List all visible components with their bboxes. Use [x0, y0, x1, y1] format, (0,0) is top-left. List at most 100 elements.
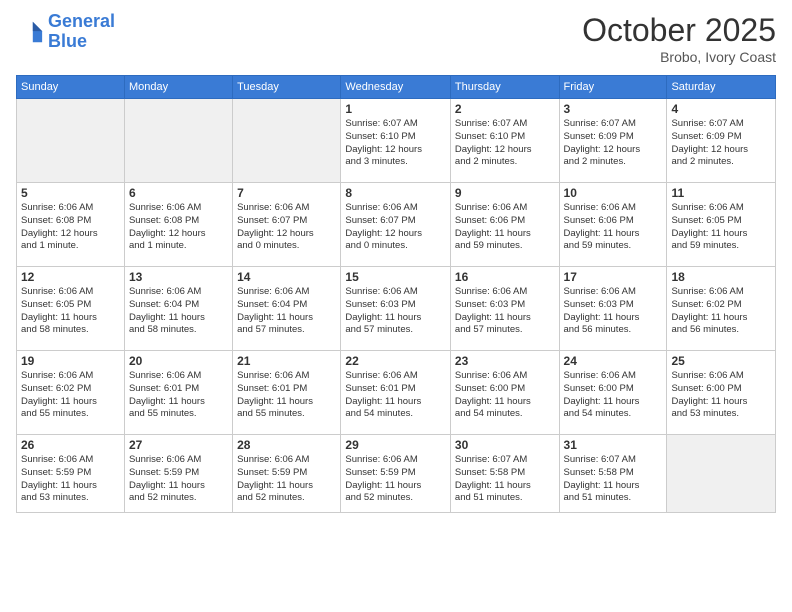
logo-text: General Blue [48, 12, 115, 52]
calendar-cell: 16Sunrise: 6:06 AM Sunset: 6:03 PM Dayli… [450, 267, 559, 351]
day-number: 7 [237, 186, 336, 200]
day-info: Sunrise: 6:06 AM Sunset: 6:05 PM Dayligh… [21, 286, 120, 337]
day-number: 1 [345, 102, 446, 116]
calendar-cell: 28Sunrise: 6:06 AM Sunset: 5:59 PM Dayli… [233, 435, 341, 513]
calendar-cell: 12 Sunrise: 6:06 AM Sunset: 6:05 PM Dayli… [17, 267, 125, 351]
day-info: Sunrise: 6:06 AM Sunset: 6:03 PM Dayligh… [345, 286, 446, 337]
logo-general: General [48, 11, 115, 31]
weekday-header: Monday [124, 76, 232, 99]
calendar-cell: 29 Sunrise: 6:06 AM Sunset: 5:59 PM Dayli… [341, 435, 451, 513]
day-number: 10 [564, 186, 663, 200]
day-number: 28 [237, 438, 336, 452]
day-number: 22 [345, 354, 446, 368]
day-info: Sunrise: 6:06 AM Sunset: 6:08 PM Dayligh… [21, 202, 120, 253]
location: Brobo, Ivory Coast [582, 49, 776, 65]
calendar-cell: 11 Sunrise: 6:06 AM Sunset: 6:05 PM Dayli… [667, 183, 776, 267]
calendar-week-row: 5Sunrise: 6:06 AM Sunset: 6:08 PM Daylig… [17, 183, 776, 267]
calendar-cell [667, 435, 776, 513]
weekday-header-row: SundayMondayTuesdayWednesdayThursdayFrid… [17, 76, 776, 99]
calendar-cell: 6 Sunrise: 6:06 AM Sunset: 6:08 PM Daylig… [124, 183, 232, 267]
day-info: Sunrise: 6:07 AM Sunset: 6:10 PM Dayligh… [345, 118, 446, 169]
day-number: 19 [21, 354, 120, 368]
day-info: Sunrise: 6:06 AM Sunset: 6:08 PM Dayligh… [129, 202, 228, 253]
day-info: Sunrise: 6:06 AM Sunset: 6:05 PM Dayligh… [671, 202, 771, 253]
day-number: 27 [129, 438, 228, 452]
calendar-cell: 15 Sunrise: 6:06 AM Sunset: 6:03 PM Dayli… [341, 267, 451, 351]
calendar-week-row: 26 Sunrise: 6:06 AM Sunset: 5:59 PM Dayli… [17, 435, 776, 513]
calendar-cell: 9Sunrise: 6:06 AM Sunset: 6:06 PM Daylig… [450, 183, 559, 267]
day-number: 30 [455, 438, 555, 452]
calendar-cell: 23 Sunrise: 6:06 AM Sunset: 6:00 PM Dayli… [450, 351, 559, 435]
day-number: 16 [455, 270, 555, 284]
calendar-cell: 10 Sunrise: 6:06 AM Sunset: 6:06 PM Dayli… [559, 183, 667, 267]
day-number: 14 [237, 270, 336, 284]
day-number: 4 [671, 102, 771, 116]
calendar-cell [17, 99, 125, 183]
weekday-header: Tuesday [233, 76, 341, 99]
day-info: Sunrise: 6:07 AM Sunset: 6:10 PM Dayligh… [455, 118, 555, 169]
header: General Blue October 2025 Brobo, Ivory C… [16, 12, 776, 65]
logo-icon [16, 18, 44, 46]
day-number: 2 [455, 102, 555, 116]
calendar-cell: 2 Sunrise: 6:07 AM Sunset: 6:10 PM Daylig… [450, 99, 559, 183]
calendar-cell: 27Sunrise: 6:06 AM Sunset: 5:59 PM Dayli… [124, 435, 232, 513]
calendar-cell: 14 Sunrise: 6:06 AM Sunset: 6:04 PM Dayli… [233, 267, 341, 351]
day-info: Sunrise: 6:07 AM Sunset: 6:09 PM Dayligh… [671, 118, 771, 169]
calendar-cell: 24Sunrise: 6:06 AM Sunset: 6:00 PM Dayli… [559, 351, 667, 435]
day-number: 23 [455, 354, 555, 368]
calendar-cell [124, 99, 232, 183]
day-info: Sunrise: 6:06 AM Sunset: 6:01 PM Dayligh… [345, 370, 446, 421]
weekday-header: Thursday [450, 76, 559, 99]
calendar-cell: 19 Sunrise: 6:06 AM Sunset: 6:02 PM Dayli… [17, 351, 125, 435]
day-number: 31 [564, 438, 663, 452]
day-number: 12 [21, 270, 120, 284]
weekday-header: Saturday [667, 76, 776, 99]
day-info: Sunrise: 6:07 AM Sunset: 5:58 PM Dayligh… [564, 454, 663, 505]
day-info: Sunrise: 6:06 AM Sunset: 5:59 PM Dayligh… [21, 454, 120, 505]
weekday-header: Wednesday [341, 76, 451, 99]
day-number: 26 [21, 438, 120, 452]
day-number: 11 [671, 186, 771, 200]
day-number: 18 [671, 270, 771, 284]
day-number: 20 [129, 354, 228, 368]
day-number: 24 [564, 354, 663, 368]
calendar-cell: 20Sunrise: 6:06 AM Sunset: 6:01 PM Dayli… [124, 351, 232, 435]
calendar-cell: 21 Sunrise: 6:06 AM Sunset: 6:01 PM Dayli… [233, 351, 341, 435]
title-block: October 2025 Brobo, Ivory Coast [582, 12, 776, 65]
calendar-week-row: 12 Sunrise: 6:06 AM Sunset: 6:05 PM Dayli… [17, 267, 776, 351]
calendar-cell: 25Sunrise: 6:06 AM Sunset: 6:00 PM Dayli… [667, 351, 776, 435]
day-info: Sunrise: 6:06 AM Sunset: 6:07 PM Dayligh… [237, 202, 336, 253]
month-title: October 2025 [582, 12, 776, 49]
calendar-cell: 17 Sunrise: 6:06 AM Sunset: 6:03 PM Dayli… [559, 267, 667, 351]
day-info: Sunrise: 6:06 AM Sunset: 6:00 PM Dayligh… [455, 370, 555, 421]
logo: General Blue [16, 12, 115, 52]
calendar-cell: 13Sunrise: 6:06 AM Sunset: 6:04 PM Dayli… [124, 267, 232, 351]
day-number: 3 [564, 102, 663, 116]
calendar-cell: 5Sunrise: 6:06 AM Sunset: 6:08 PM Daylig… [17, 183, 125, 267]
day-info: Sunrise: 6:06 AM Sunset: 6:07 PM Dayligh… [345, 202, 446, 253]
calendar-cell: 22 Sunrise: 6:06 AM Sunset: 6:01 PM Dayli… [341, 351, 451, 435]
day-number: 29 [345, 438, 446, 452]
day-info: Sunrise: 6:06 AM Sunset: 6:02 PM Dayligh… [21, 370, 120, 421]
day-info: Sunrise: 6:06 AM Sunset: 5:59 PM Dayligh… [345, 454, 446, 505]
weekday-header: Sunday [17, 76, 125, 99]
day-number: 17 [564, 270, 663, 284]
calendar-cell: 30Sunrise: 6:07 AM Sunset: 5:58 PM Dayli… [450, 435, 559, 513]
calendar-cell: 3Sunrise: 6:07 AM Sunset: 6:09 PM Daylig… [559, 99, 667, 183]
day-info: Sunrise: 6:06 AM Sunset: 6:00 PM Dayligh… [671, 370, 771, 421]
calendar-week-row: 19 Sunrise: 6:06 AM Sunset: 6:02 PM Dayli… [17, 351, 776, 435]
day-info: Sunrise: 6:06 AM Sunset: 6:03 PM Dayligh… [564, 286, 663, 337]
day-info: Sunrise: 6:06 AM Sunset: 6:02 PM Dayligh… [671, 286, 771, 337]
day-info: Sunrise: 6:06 AM Sunset: 6:06 PM Dayligh… [564, 202, 663, 253]
day-number: 15 [345, 270, 446, 284]
calendar-cell: 7 Sunrise: 6:06 AM Sunset: 6:07 PM Daylig… [233, 183, 341, 267]
calendar-cell: 18 Sunrise: 6:06 AM Sunset: 6:02 PM Dayli… [667, 267, 776, 351]
day-info: Sunrise: 6:06 AM Sunset: 6:06 PM Dayligh… [455, 202, 555, 253]
calendar-cell: 1 Sunrise: 6:07 AM Sunset: 6:10 PM Daylig… [341, 99, 451, 183]
day-info: Sunrise: 6:06 AM Sunset: 6:01 PM Dayligh… [237, 370, 336, 421]
day-number: 6 [129, 186, 228, 200]
calendar-table: SundayMondayTuesdayWednesdayThursdayFrid… [16, 75, 776, 513]
day-number: 21 [237, 354, 336, 368]
day-info: Sunrise: 6:06 AM Sunset: 6:04 PM Dayligh… [237, 286, 336, 337]
day-number: 8 [345, 186, 446, 200]
